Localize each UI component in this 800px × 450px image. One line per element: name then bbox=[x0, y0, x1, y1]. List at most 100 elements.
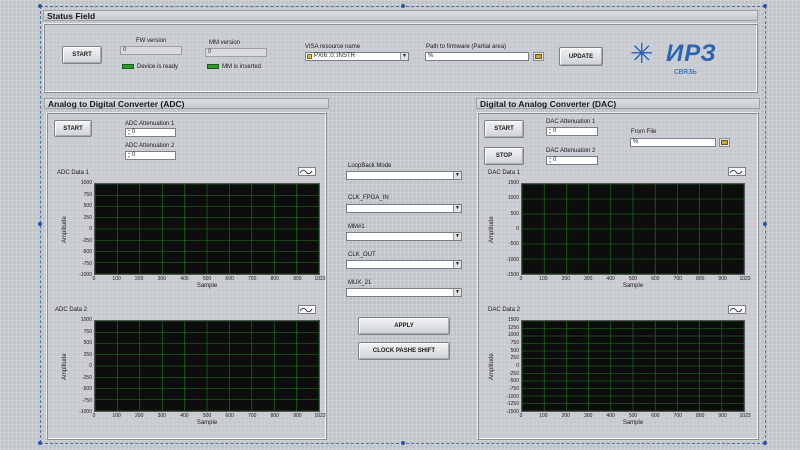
clk-out-select[interactable]: ▼ bbox=[346, 260, 462, 269]
resize-handle-tr[interactable] bbox=[763, 4, 767, 8]
clk-out-dropdown-arrow-icon[interactable]: ▼ bbox=[453, 261, 461, 268]
dac-chart2-y-tick: -750 bbox=[508, 386, 519, 392]
clk-fpga-dropdown-arrow-icon[interactable]: ▼ bbox=[453, 205, 461, 212]
adc-chart2-x-tick: 700 bbox=[248, 413, 257, 419]
visa-resource-value: PXI6::0::INSTR bbox=[314, 53, 356, 59]
clk-fpga-in-select[interactable]: ▼ bbox=[346, 204, 462, 213]
dac-chart1-plot[interactable] bbox=[521, 183, 745, 275]
resize-handle-tl[interactable] bbox=[38, 4, 42, 8]
waveform-icon bbox=[299, 307, 313, 313]
adc-chart1-x-tick: 700 bbox=[248, 276, 257, 282]
apply-button[interactable]: APPLY bbox=[358, 317, 450, 335]
loopback-mode-label: LoopBack Mode bbox=[348, 163, 392, 169]
adc-chart2-y-tick: -750 bbox=[81, 397, 92, 404]
dac-att1-value: 0 bbox=[553, 128, 557, 134]
visa-resource-label: VISA resource name bbox=[305, 44, 361, 50]
dac-chart2-y-tick: 0 bbox=[516, 363, 519, 369]
firmware-path-input[interactable]: % bbox=[425, 52, 529, 61]
adc-chart1-y-tick: -750 bbox=[81, 260, 92, 267]
dac-stop-button[interactable]: STOP bbox=[484, 147, 524, 165]
adc-att2-label: ADC Attenuation 2 bbox=[125, 143, 175, 149]
dac-chart1-y-tick: -500 bbox=[508, 241, 519, 248]
device-ready-label: Device is ready bbox=[137, 64, 179, 70]
adc-chart1-y-tick: 1000 bbox=[80, 180, 92, 186]
dac-chart2-plot[interactable] bbox=[521, 320, 745, 412]
resize-handle-tm[interactable] bbox=[401, 4, 405, 8]
mux-21-dropdown-arrow-icon[interactable]: ▼ bbox=[453, 289, 461, 296]
dac-chart2-x-tick: 300 bbox=[584, 413, 593, 419]
adc-att1-spinner[interactable]: ▲ ▼ bbox=[127, 129, 131, 136]
mm-version-value: 0 bbox=[205, 48, 267, 57]
dac-chart1-x-tick: 700 bbox=[673, 276, 682, 282]
dac-chart2-x-tick: 700 bbox=[673, 413, 682, 419]
dac-chart2-y-tick: 250 bbox=[510, 355, 519, 362]
adc-att1-value: 0 bbox=[132, 129, 136, 135]
loopback-mode-select[interactable]: ▼ bbox=[346, 171, 462, 180]
adc-att2-input[interactable]: ▲ ▼ 0 bbox=[125, 151, 176, 160]
resize-handle-mr[interactable] bbox=[763, 222, 767, 226]
dac-att1-input[interactable]: ▲ ▼ 0 bbox=[546, 127, 598, 136]
dac-chart1-x-axis-label: Sample bbox=[622, 283, 644, 289]
adc-att1-label: ADC Attenuation 1 bbox=[125, 121, 175, 127]
dac-att2-input[interactable]: ▲ ▼ 0 bbox=[546, 156, 598, 165]
mux-21-select[interactable]: ▼ bbox=[346, 288, 462, 297]
adc-chart1-x-tick: 600 bbox=[225, 276, 234, 282]
adc-chart2-x-tick: 300 bbox=[157, 413, 166, 419]
fw-version-value: 0 bbox=[120, 46, 182, 55]
dac-chart1-y-tick: 1500 bbox=[507, 180, 519, 186]
visa-dropdown-arrow-icon[interactable]: ▼ bbox=[400, 53, 408, 60]
adc-start-button[interactable]: START bbox=[54, 120, 92, 137]
adc-chart1-plot-legend[interactable] bbox=[298, 167, 316, 176]
dac-chart2-x-tick: 800 bbox=[696, 413, 705, 419]
adc-chart1-x-tick: 100 bbox=[112, 276, 121, 282]
from-file-label: From File bbox=[631, 129, 657, 135]
visa-resource-select[interactable]: PXI6::0::INSTR ▼ bbox=[305, 52, 409, 61]
from-file-input[interactable]: % bbox=[630, 138, 716, 147]
adc-att2-spinner[interactable]: ▲ ▼ bbox=[127, 152, 131, 159]
dac-chart2-x-tick: 0 bbox=[519, 413, 523, 419]
dac-chart1-title: DAC Data 1 bbox=[488, 170, 521, 176]
mm1-select[interactable]: ▼ bbox=[346, 232, 462, 241]
adc-chart1-x-tick: 300 bbox=[157, 276, 166, 282]
dac-chart1-plot-legend[interactable] bbox=[728, 167, 746, 176]
adc-chart2-x-axis-label: Sample bbox=[196, 420, 218, 426]
resize-handle-bm[interactable] bbox=[401, 441, 405, 445]
adc-chart1-x-tick: 200 bbox=[135, 276, 144, 282]
adc-chart1-y-axis-label: Amplitude bbox=[62, 216, 68, 243]
folder-icon bbox=[535, 54, 542, 59]
adc-att1-input[interactable]: ▲ ▼ 0 bbox=[125, 128, 176, 137]
dac-chart1-y-tick: 1000 bbox=[507, 195, 519, 202]
firmware-browse-button[interactable] bbox=[533, 52, 544, 61]
visa-io-icon bbox=[307, 54, 312, 59]
dac-chart1-x-tick: 1023 bbox=[739, 276, 751, 282]
adc-chart1-x-axis-label: Sample bbox=[196, 283, 218, 289]
dac-chart2-y-tick: 500 bbox=[510, 347, 519, 354]
adc-chart1-y-tick: 750 bbox=[83, 191, 92, 198]
status-start-button[interactable]: START bbox=[62, 46, 102, 64]
update-button[interactable]: UPDATE bbox=[559, 47, 603, 66]
from-file-browse-button[interactable] bbox=[719, 138, 730, 147]
resize-handle-ml[interactable] bbox=[38, 222, 42, 226]
adc-chart2-plot[interactable] bbox=[94, 320, 320, 412]
dac-chart1-x-tick: 600 bbox=[651, 276, 660, 282]
dac-chart1-x-tick: 500 bbox=[628, 276, 638, 282]
mm1-dropdown-arrow-icon[interactable]: ▼ bbox=[453, 233, 461, 240]
dac-start-button[interactable]: START bbox=[484, 120, 524, 138]
dac-att1-spinner[interactable]: ▲ ▼ bbox=[548, 128, 552, 135]
dac-chart1-y-tick: -1000 bbox=[506, 256, 519, 263]
resize-handle-bl[interactable] bbox=[38, 441, 42, 445]
adc-chart1-y-tick: 500 bbox=[83, 203, 92, 209]
dac-chart2-plot-legend[interactable] bbox=[728, 305, 746, 314]
dac-chart1-x-tick: 200 bbox=[561, 276, 570, 282]
dac-att2-spinner[interactable]: ▲ ▼ bbox=[548, 157, 552, 164]
adc-chart2-plot-legend[interactable] bbox=[298, 305, 316, 314]
adc-chart2-y-tick: 500 bbox=[83, 340, 92, 346]
clock-phase-shift-button[interactable]: CLOCK PASHE SHIFT bbox=[358, 342, 450, 360]
loopback-dropdown-arrow-icon[interactable]: ▼ bbox=[453, 172, 461, 179]
dac-chart2-x-tick: 1023 bbox=[739, 413, 751, 419]
resize-handle-br[interactable] bbox=[763, 441, 767, 445]
dac-section-title: Digital to Analog Converter (DAC) bbox=[476, 98, 760, 109]
adc-chart2-y-tick: -250 bbox=[81, 374, 92, 381]
adc-chart2-y-tick: 250 bbox=[83, 351, 92, 358]
adc-chart1-plot[interactable] bbox=[94, 183, 320, 275]
